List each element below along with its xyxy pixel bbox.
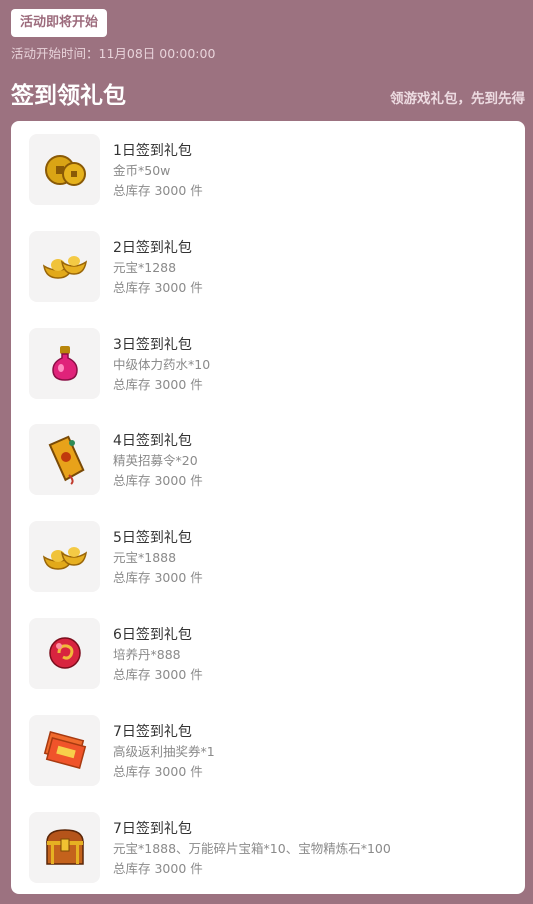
gift-title: 1日签到礼包 xyxy=(113,143,192,159)
gift-desc: 培养丹*888 xyxy=(113,646,181,662)
potion-icon xyxy=(29,327,100,399)
gift-desc: 元宝*1888 xyxy=(113,550,177,566)
gift-title: 6日签到礼包 xyxy=(113,626,192,643)
activity-status-badge: 活动即将开始 xyxy=(11,9,108,37)
gift-stock: 总库存 3000 件 xyxy=(113,763,203,779)
gift-item[interactable]: 3日签到礼包 中级体力药水*10 总库存 3000 件 xyxy=(11,327,525,425)
gift-desc: 金币*50w xyxy=(113,163,171,178)
gift-list-card: 1日签到礼包 金币*50w 总库存 3000 件 2日签到礼包 元宝*1288 … xyxy=(11,121,525,894)
gift-item[interactable]: 7日签到礼包 高级返利抽奖券*1 总库存 3000 件 xyxy=(11,714,525,812)
gift-desc: 中级体力药水*10 xyxy=(113,356,211,372)
gift-stock: 总库存 3000 件 xyxy=(113,376,203,392)
pill-orb-icon xyxy=(29,617,100,689)
gift-stock: 总库存 3000 件 xyxy=(113,473,203,489)
lottery-ticket-icon xyxy=(29,714,100,786)
gift-item[interactable]: 7日签到礼包 元宝*1888、万能碎片宝箱*10、宝物精炼石*100 总库存 3… xyxy=(11,811,525,904)
gift-item[interactable]: 2日签到礼包 元宝*1288 总库存 3000 件 xyxy=(11,230,525,328)
gift-item[interactable]: 1日签到礼包 金币*50w 总库存 3000 件 xyxy=(11,134,525,231)
gift-desc: 高级返利抽奖券*1 xyxy=(113,743,215,759)
gift-stock: 总库存 3000 件 xyxy=(113,183,203,198)
gift-title: 2日签到礼包 xyxy=(113,239,192,256)
treasure-chest-icon xyxy=(29,811,100,883)
gold-ingot-icon xyxy=(29,230,100,302)
recruit-token-icon xyxy=(29,424,100,496)
gift-stock: 总库存 3000 件 xyxy=(113,860,203,876)
gift-title: 7日签到礼包 xyxy=(113,820,192,837)
gift-title: 4日签到礼包 xyxy=(113,433,192,450)
gift-item[interactable]: 6日签到礼包 培养丹*888 总库存 3000 件 xyxy=(11,617,525,715)
gift-title: 7日签到礼包 xyxy=(113,723,192,740)
gift-desc: 精英招募令*20 xyxy=(113,453,198,469)
gift-desc: 元宝*1288 xyxy=(113,259,177,275)
gift-stock: 总库存 3000 件 xyxy=(113,666,203,682)
gift-stock: 总库存 3000 件 xyxy=(113,570,203,586)
section-title: 签到领礼包 xyxy=(11,83,126,109)
gift-item[interactable]: 4日签到礼包 精英招募令*20 总库存 3000 件 xyxy=(11,424,525,521)
gold-coins-icon xyxy=(29,134,100,205)
gift-stock: 总库存 3000 件 xyxy=(113,279,203,295)
gold-ingot-icon xyxy=(29,521,100,593)
section-subtitle: 领游戏礼包，先到先得 xyxy=(390,91,525,107)
gift-item[interactable]: 5日签到礼包 元宝*1888 总库存 3000 件 xyxy=(11,521,525,618)
activity-start-time: 活动开始时间：11月08日 00:00:00 xyxy=(11,46,216,61)
gift-title: 3日签到礼包 xyxy=(113,336,192,353)
gift-desc: 元宝*1888、万能碎片宝箱*10、宝物精炼石*100 xyxy=(113,840,391,856)
gift-title: 5日签到礼包 xyxy=(113,530,192,547)
